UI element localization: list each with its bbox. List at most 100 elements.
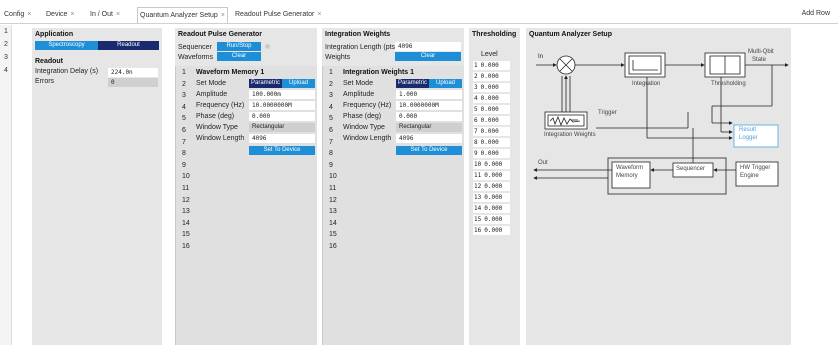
threshold-level-number: 15 <box>474 216 482 223</box>
trigger-label: Trigger <box>598 110 617 116</box>
row-number: 14 <box>182 219 190 227</box>
row-number: 13 <box>329 208 337 216</box>
readout-pulse-title: Readout Pulse Generator <box>178 31 263 38</box>
threshold-level-field[interactable]: 5 0.000 <box>473 105 510 114</box>
threshold-level-field[interactable]: 7 0.000 <box>473 127 510 136</box>
row-number-column: 1 2 3 4 <box>0 25 12 345</box>
window-length-field[interactable]: 4096 <box>249 134 315 143</box>
threshold-level-field[interactable]: 3 0.000 <box>473 83 510 92</box>
upload-button[interactable]: Upload <box>282 79 315 88</box>
integration-length-label: Integration Length (pts) <box>325 44 398 51</box>
waveform-memory-section: Waveform Memory 1 1 2 3 4 5 6 7 8 9 10 11 12 13 14 15 1… <box>175 66 317 345</box>
spectroscopy-button[interactable]: Spectroscopy <box>35 41 98 50</box>
threshold-level-field[interactable]: 13 0.000 <box>473 193 510 202</box>
integration-length-field[interactable]: 4096 <box>395 42 461 51</box>
threshold-level-field[interactable]: 15 0.000 <box>473 215 510 224</box>
row-number: 16 <box>182 243 190 250</box>
upload-button[interactable]: Upload <box>429 79 462 88</box>
parametric-button[interactable]: Parametric <box>249 79 282 88</box>
row-number: 16 <box>329 243 337 250</box>
set-to-device-button[interactable]: Set To Device <box>249 146 315 155</box>
threshold-level-number: 5 <box>474 106 478 113</box>
row-number: 6 <box>329 127 333 134</box>
threshold-level-field[interactable]: 4 0.000 <box>473 94 510 103</box>
threshold-level-number: 2 <box>474 73 478 80</box>
row-number: 1 <box>4 28 8 35</box>
waveform-memory-label-2: Memory <box>616 173 638 179</box>
close-icon[interactable]: × <box>116 11 120 18</box>
set-to-device-button[interactable]: Set To Device <box>396 146 462 155</box>
threshold-level-field[interactable]: 16 0.000 <box>473 226 510 235</box>
row-number: 2 <box>4 41 8 48</box>
amplitude-field[interactable]: 1.000 <box>396 90 462 99</box>
frequency-field[interactable]: 10.0000000M <box>396 101 462 110</box>
integration-weights-title: Integration Weights <box>325 31 391 38</box>
threshold-level-value: 0.000 <box>480 139 499 146</box>
threshold-level-number: 9 <box>474 150 478 157</box>
result-logger-label-2[interactable]: Logger <box>739 135 758 141</box>
row-number: 1 <box>329 69 333 76</box>
thresholding-title: Thresholding <box>472 31 517 38</box>
set-mode-label: Set Mode <box>343 80 373 87</box>
threshold-level-field[interactable]: 11 0.000 <box>473 171 510 180</box>
threshold-level-field[interactable]: 9 0.000 <box>473 149 510 158</box>
threshold-level-field[interactable]: 6 0.000 <box>473 116 510 125</box>
row-number: 7 <box>329 138 333 146</box>
row-number: 5 <box>182 115 186 123</box>
phase-field[interactable]: 0.000 <box>249 112 315 121</box>
row-number: 10 <box>329 173 337 181</box>
readout-button[interactable]: Readout <box>98 41 159 50</box>
threshold-level-number: 1 <box>474 62 478 69</box>
tab-device[interactable]: Device × <box>44 8 77 22</box>
sequencer-status-led <box>265 44 270 49</box>
integration-delay-field[interactable]: 224.0n <box>108 68 158 77</box>
close-icon[interactable]: × <box>70 11 74 18</box>
threshold-level-field[interactable]: 8 0.000 <box>473 138 510 147</box>
threshold-level-value: 0.000 <box>480 84 499 91</box>
phase-label: Phase (deg) <box>196 113 235 120</box>
threshold-level-number: 8 <box>474 139 478 146</box>
window-length-field[interactable]: 4096 <box>396 134 462 143</box>
threshold-level-field[interactable]: 14 0.000 <box>473 204 510 213</box>
row-number: 3 <box>182 92 186 100</box>
close-icon[interactable]: × <box>27 11 31 18</box>
close-icon[interactable]: × <box>221 12 225 19</box>
add-row-button[interactable]: Add Row <box>802 10 830 17</box>
readout-pulse-generator-panel: Readout Pulse Generator Sequencer Run/St… <box>175 28 317 345</box>
threshold-level-value: 0.000 <box>484 183 503 190</box>
row-number: 8 <box>329 150 333 158</box>
threshold-level-field[interactable]: 2 0.000 <box>473 72 510 81</box>
threshold-level-value: 0.000 <box>484 216 503 223</box>
multi-qbit-label-2: State <box>752 57 767 63</box>
weights-clear-button[interactable]: Clear <box>395 52 461 61</box>
threshold-level-field[interactable]: 1 0.000 <box>473 61 510 70</box>
window-type-select[interactable]: Rectangular <box>396 123 462 132</box>
frequency-field[interactable]: 10.0000000M <box>249 101 315 110</box>
run-stop-button[interactable]: Run/Stop <box>217 42 261 51</box>
threshold-level-field[interactable]: 12 0.000 <box>473 182 510 191</box>
amplitude-field[interactable]: 100.000m <box>249 90 315 99</box>
threshold-level-number: 14 <box>474 205 482 212</box>
in-label: In <box>538 54 544 60</box>
tab-readout-pulse-generator[interactable]: Readout Pulse Generator × <box>233 8 323 22</box>
tab-quantum-analyzer-setup[interactable]: Quantum Analyzer Setup × <box>137 7 228 23</box>
row-number: 11 <box>182 185 190 192</box>
result-logger-label-1[interactable]: Result <box>739 127 756 133</box>
threshold-level-value: 0.000 <box>484 194 503 201</box>
tab-config[interactable]: Config × <box>2 8 33 22</box>
phase-field[interactable]: 0.000 <box>396 112 462 121</box>
waveforms-clear-button[interactable]: Clear <box>217 52 261 61</box>
integration-delay-label: Integration Delay (s) <box>35 68 99 75</box>
close-icon[interactable]: × <box>317 11 321 18</box>
row-number: 9 <box>329 161 333 169</box>
integration-weights-section: Integration Weights 1 1 2 3 4 5 6 7 8 9 10 11 12 13 1… <box>322 66 464 345</box>
parametric-button[interactable]: Parametric <box>396 79 429 88</box>
window-type-select[interactable]: Rectangular <box>249 123 315 132</box>
window-type-label: Window Type <box>343 124 385 131</box>
tab-in-out[interactable]: In / Out × <box>88 8 122 22</box>
errors-value: 0 <box>108 78 158 87</box>
row-number: 1 <box>182 69 186 76</box>
threshold-level-field[interactable]: 10 0.000 <box>473 160 510 169</box>
threshold-level-value: 0.000 <box>484 172 503 179</box>
integration-weights-label: Integration Weights <box>544 132 596 138</box>
